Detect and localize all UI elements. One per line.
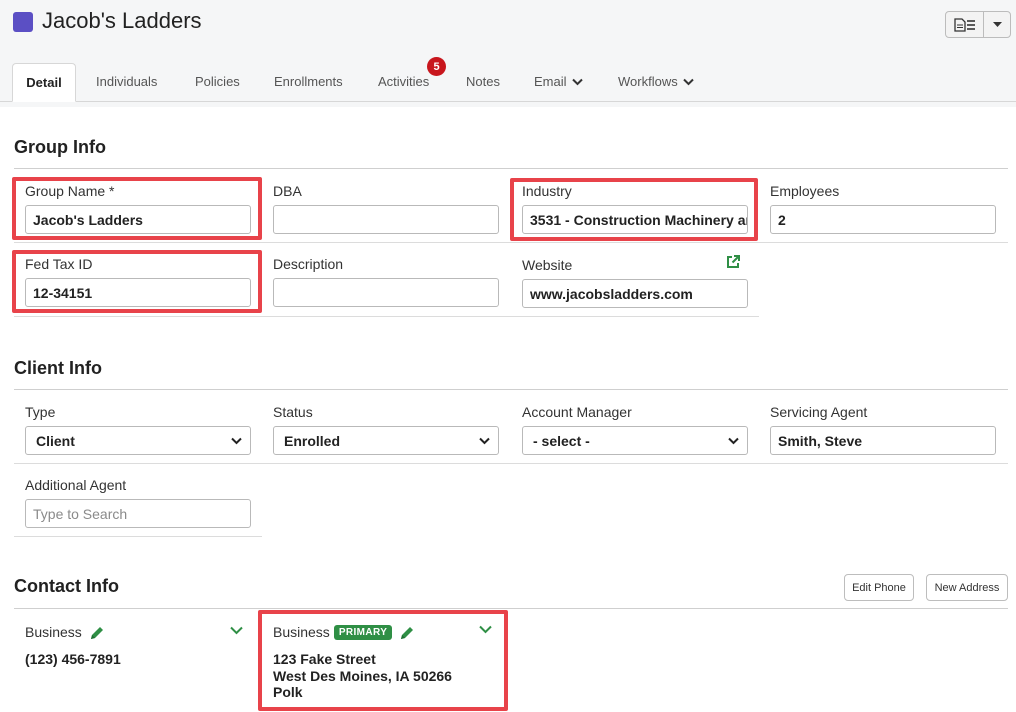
document-list-icon xyxy=(953,17,975,32)
pencil-icon[interactable] xyxy=(89,625,105,641)
section-divider xyxy=(14,608,1008,609)
employees-input[interactable]: 2 xyxy=(770,205,996,234)
tab-label: Workflows xyxy=(618,74,678,89)
tab-workflows[interactable]: Workflows xyxy=(618,74,694,89)
dba-input[interactable] xyxy=(273,205,499,234)
chevron-down-icon xyxy=(683,78,694,85)
type-select[interactable]: Client xyxy=(25,426,251,455)
row-divider xyxy=(14,316,759,317)
chevron-down-icon xyxy=(479,437,490,444)
tab-notes[interactable]: Notes xyxy=(466,74,500,89)
group-color-icon xyxy=(13,12,33,32)
highlight-fed-tax-id xyxy=(12,250,262,313)
dba-label: DBA xyxy=(273,183,302,199)
highlight-industry xyxy=(510,178,758,241)
page-title: Jacob's Ladders xyxy=(42,8,202,33)
phone-type-label: Business xyxy=(25,624,82,640)
contact-info-heading: Contact Info xyxy=(14,576,119,596)
tab-individuals[interactable]: Individuals xyxy=(96,74,157,89)
tab-detail[interactable]: Detail xyxy=(12,63,76,102)
chevron-down-icon xyxy=(728,437,739,444)
description-label: Description xyxy=(273,256,344,272)
account-manager-select[interactable]: - select - xyxy=(522,426,748,455)
tab-enrollments[interactable]: Enrollments xyxy=(274,74,343,89)
tabs-divider xyxy=(0,101,1016,102)
external-link-icon[interactable] xyxy=(725,254,741,270)
caret-down-icon xyxy=(992,21,1002,27)
status-select[interactable]: Enrolled xyxy=(273,426,499,455)
account-manager-select-value: - select - xyxy=(533,432,590,449)
servicing-agent-input[interactable]: Smith, Steve xyxy=(770,426,996,455)
tab-label: Detail xyxy=(26,75,62,90)
highlight-primary-address xyxy=(258,610,508,711)
type-label: Type xyxy=(25,404,56,420)
type-select-value: Client xyxy=(36,432,75,449)
view-options-button-group xyxy=(945,11,1011,38)
tab-email[interactable]: Email xyxy=(534,74,583,89)
tab-activities[interactable]: Activities xyxy=(378,74,429,89)
status-select-value: Enrolled xyxy=(284,432,341,449)
chevron-down-icon[interactable] xyxy=(230,626,243,635)
status-label: Status xyxy=(273,404,313,420)
servicing-agent-label: Servicing Agent xyxy=(770,404,868,420)
row-divider xyxy=(14,463,1008,464)
website-label: Website xyxy=(522,257,573,273)
tab-label: Notes xyxy=(466,74,500,89)
tab-label: Policies xyxy=(195,74,240,89)
new-address-button[interactable]: New Address xyxy=(926,574,1008,601)
section-divider xyxy=(14,168,1008,169)
chevron-down-icon xyxy=(571,78,583,85)
options-dropdown-button[interactable] xyxy=(984,12,1010,37)
phone-number: (123) 456-7891 xyxy=(25,651,121,667)
page-header: Jacob's Ladders xyxy=(0,0,1016,107)
additional-agent-label: Additional Agent xyxy=(25,477,127,493)
chevron-down-icon xyxy=(231,437,242,444)
tab-policies[interactable]: Policies xyxy=(195,74,240,89)
section-divider xyxy=(14,389,1008,390)
tab-label: Enrollments xyxy=(274,74,343,89)
activities-count-badge: 5 xyxy=(427,57,446,76)
description-input[interactable] xyxy=(273,278,499,307)
row-divider xyxy=(14,536,262,537)
tab-label: Individuals xyxy=(96,74,158,89)
edit-phone-button[interactable]: Edit Phone xyxy=(844,574,914,601)
additional-agent-search-input[interactable]: Type to Search xyxy=(25,499,251,528)
tab-label: Email xyxy=(534,74,567,89)
account-manager-label: Account Manager xyxy=(522,404,632,420)
website-input[interactable]: www.jacobsladders.com xyxy=(522,279,748,308)
tab-label: Activities xyxy=(378,74,430,89)
highlight-group-name xyxy=(12,177,262,240)
employees-label: Employees xyxy=(770,183,840,199)
group-info-heading: Group Info xyxy=(14,137,106,157)
client-info-heading: Client Info xyxy=(14,358,102,378)
row-divider xyxy=(14,242,1008,243)
document-list-button[interactable] xyxy=(946,12,984,37)
